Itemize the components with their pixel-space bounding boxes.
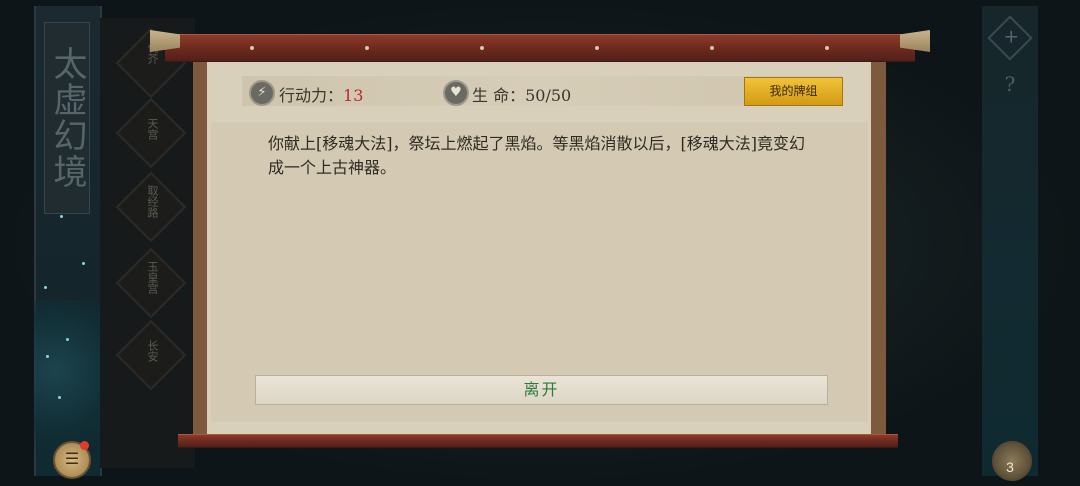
heart-icon: ♥ — [443, 80, 469, 106]
help-question[interactable]: ? — [990, 72, 1030, 96]
scroll-rod-bottom — [178, 434, 898, 448]
my-deck-button[interactable]: 我的牌组 — [744, 77, 843, 106]
event-description: 你献上[移魂大法]，祭坛上燃起了黑焰。等黑焰消散以后，[移魂大法]竟变幻成一个上… — [268, 134, 805, 177]
notification-badge — [80, 441, 89, 450]
side-menu-item-label: 长安 — [146, 340, 159, 362]
action-points: 行动力：13 — [279, 82, 363, 106]
side-menu-item-label: 取经路 — [146, 185, 159, 218]
life-value: 50/50 — [525, 86, 572, 105]
action-value: 13 — [343, 86, 364, 105]
life-points: 生 命：50/50 — [472, 82, 571, 106]
deck-count: 3 — [1006, 459, 1014, 475]
side-menu-item-label: 天宫 — [146, 118, 159, 140]
lightning-icon: ⚡ — [249, 80, 275, 106]
scroll-rod-top — [165, 34, 915, 62]
side-menu-item-label: 玉皇宫 — [146, 261, 159, 294]
life-label: 生 命： — [472, 86, 526, 105]
realm-title: 太虚幻境 — [44, 22, 90, 214]
action-label: 行动力： — [279, 86, 344, 105]
leave-button[interactable]: 离开 — [255, 375, 828, 405]
